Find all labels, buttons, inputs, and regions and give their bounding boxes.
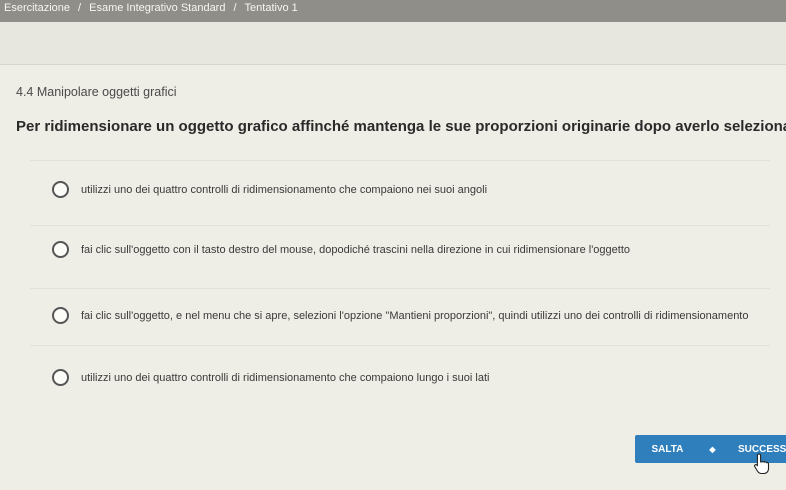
- answer-option-label: fai clic sull'oggetto con il tasto destr…: [81, 243, 631, 256]
- answer-option-label: fai clic sull'oggetto, e nel menu che si…: [81, 309, 749, 322]
- arrow-right-icon: ◆: [709, 444, 716, 454]
- breadcrumb-item-attempt: Tentativo 1: [244, 2, 298, 14]
- answer-option-label: utilizzi uno dei quattro controlli di ri…: [81, 371, 490, 384]
- radio-button[interactable]: [52, 241, 69, 258]
- radio-button[interactable]: [52, 307, 69, 324]
- divider: [30, 288, 770, 289]
- breadcrumb-item-exercise[interactable]: Esercitazione: [4, 2, 70, 14]
- top-bar: Esercitazione / Esame Integrativo Standa…: [0, 0, 786, 22]
- skip-button[interactable]: SALTA ◆: [635, 435, 732, 463]
- breadcrumb-separator: /: [78, 2, 82, 14]
- answer-option-3[interactable]: fai clic sull'oggetto, e nel menu che si…: [52, 307, 748, 324]
- question-text: Per ridimensionare un oggetto grafico af…: [16, 118, 786, 135]
- hand-pointer-icon: [754, 453, 770, 475]
- divider: [30, 225, 770, 226]
- divider: [30, 345, 770, 346]
- radio-button[interactable]: [52, 369, 69, 386]
- answer-option-2[interactable]: fai clic sull'oggetto con il tasto destr…: [52, 241, 630, 258]
- radio-button[interactable]: [52, 181, 69, 198]
- answer-option-1[interactable]: utilizzi uno dei quattro controlli di ri…: [52, 181, 487, 198]
- breadcrumb-separator: /: [233, 2, 237, 14]
- answer-option-label: utilizzi uno dei quattro controlli di ri…: [81, 183, 488, 196]
- answer-option-4[interactable]: utilizzi uno dei quattro controlli di ri…: [52, 369, 489, 386]
- section-title: 4.4 Manipolare oggetti grafici: [16, 85, 177, 99]
- header-band: [0, 22, 786, 65]
- divider: [30, 160, 770, 161]
- breadcrumb: Esercitazione / Esame Integrativo Standa…: [4, 2, 298, 14]
- breadcrumb-item-exam[interactable]: Esame Integrativo Standard: [89, 2, 225, 14]
- skip-button-label: SALTA: [651, 443, 684, 455]
